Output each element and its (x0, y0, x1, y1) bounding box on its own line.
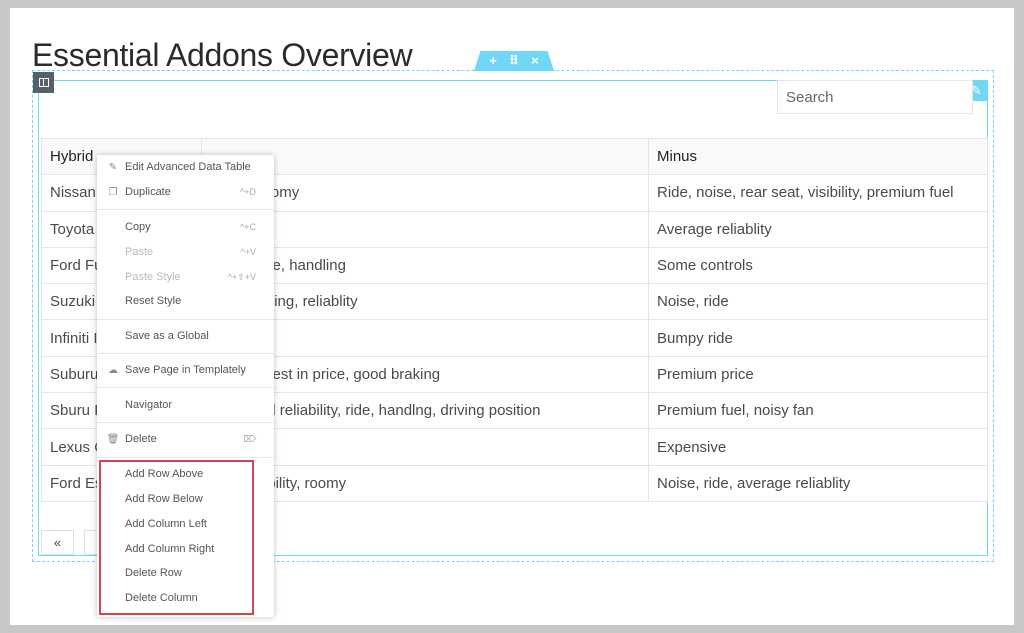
menu-item-label: Paste (125, 246, 154, 258)
table-cell[interactable]: Some controls (648, 246, 988, 285)
menu-item-paste[interactable]: Paste ^+V (97, 240, 274, 264)
menu-item-shortcut: ^+D (240, 187, 256, 197)
column-header[interactable]: Minus (648, 137, 988, 176)
menu-item-label: Edit Advanced Data Table (125, 161, 251, 173)
trash-icon: 🗑 (106, 433, 120, 445)
menu-item-save-as-global[interactable]: Save as a Global (97, 324, 274, 348)
menu-item-copy[interactable]: Copy ^+C (97, 215, 274, 239)
table-cell[interactable]: Ride, noise, rear seat, visibility, prem… (648, 174, 988, 212)
menu-divider (97, 209, 274, 210)
menu-item-save-page-in-templately[interactable]: ☁ Save Page in Templately (97, 358, 274, 382)
table-cell[interactable]: Premium fuel, noisy fan (648, 392, 988, 430)
menu-divider (97, 387, 274, 388)
table-cell[interactable]: Noise, ride, average reliablity (648, 464, 988, 502)
menu-item-label: Navigator (125, 399, 173, 411)
table-cell[interactable]: Premium price (648, 355, 988, 394)
menu-divider (97, 319, 274, 320)
menu-item-reset-style[interactable]: Reset Style (97, 289, 274, 313)
menu-item-shortcut: ⌦ (243, 433, 256, 444)
menu-divider (97, 457, 274, 458)
menu-item-edit-advanced-data-table[interactable]: ✎ Edit Advanced Data Table (97, 155, 274, 179)
table-cell[interactable]: Bumpy ride (648, 319, 988, 357)
menu-item-label: Reset Style (125, 295, 182, 307)
column-icon (38, 78, 49, 87)
section-handle: + ⠿ × (474, 51, 554, 71)
duplicate-icon: ❐ (108, 186, 118, 198)
menu-item-shortcut: ^+⇧+V (227, 271, 256, 282)
menu-item-paste-style[interactable]: Paste Style ^+⇧+V (97, 265, 274, 289)
cloud-icon: ☁ (108, 364, 118, 376)
prev-page-button[interactable]: « (41, 530, 74, 555)
highlight-box (99, 460, 254, 615)
menu-item-shortcut: ^+C (240, 222, 256, 232)
close-section-icon[interactable]: × (531, 51, 539, 71)
menu-item-label: Save as a Global (125, 330, 209, 342)
menu-divider (97, 353, 274, 354)
menu-item-label: Paste Style (125, 271, 181, 283)
menu-item-navigator[interactable]: Navigator (97, 393, 274, 417)
table-cell[interactable]: Average reliablity (648, 210, 988, 248)
search-input[interactable] (786, 89, 964, 106)
search-field[interactable] (777, 80, 973, 114)
page-title: Essential Addons Overview (32, 37, 413, 74)
table-cell[interactable]: Noise, ride (648, 283, 988, 321)
menu-item-duplicate[interactable]: ❐ Duplicate ^+D (97, 180, 274, 204)
menu-item-delete[interactable]: 🗑 Delete ⌦ (97, 427, 274, 451)
pencil-icon: ✎ (108, 161, 118, 173)
menu-item-label: Save Page in Templately (125, 364, 246, 376)
move-section-icon[interactable]: ⠿ (509, 51, 519, 71)
column-handle[interactable] (33, 72, 54, 93)
menu-item-label: Delete (125, 433, 157, 445)
menu-item-shortcut: ^+V (240, 247, 256, 257)
menu-divider (97, 422, 274, 423)
menu-item-label: Duplicate (125, 186, 171, 198)
table-cell[interactable]: Expensive (648, 428, 988, 466)
menu-item-label: Copy (125, 221, 151, 233)
add-section-icon[interactable]: + (489, 51, 497, 71)
